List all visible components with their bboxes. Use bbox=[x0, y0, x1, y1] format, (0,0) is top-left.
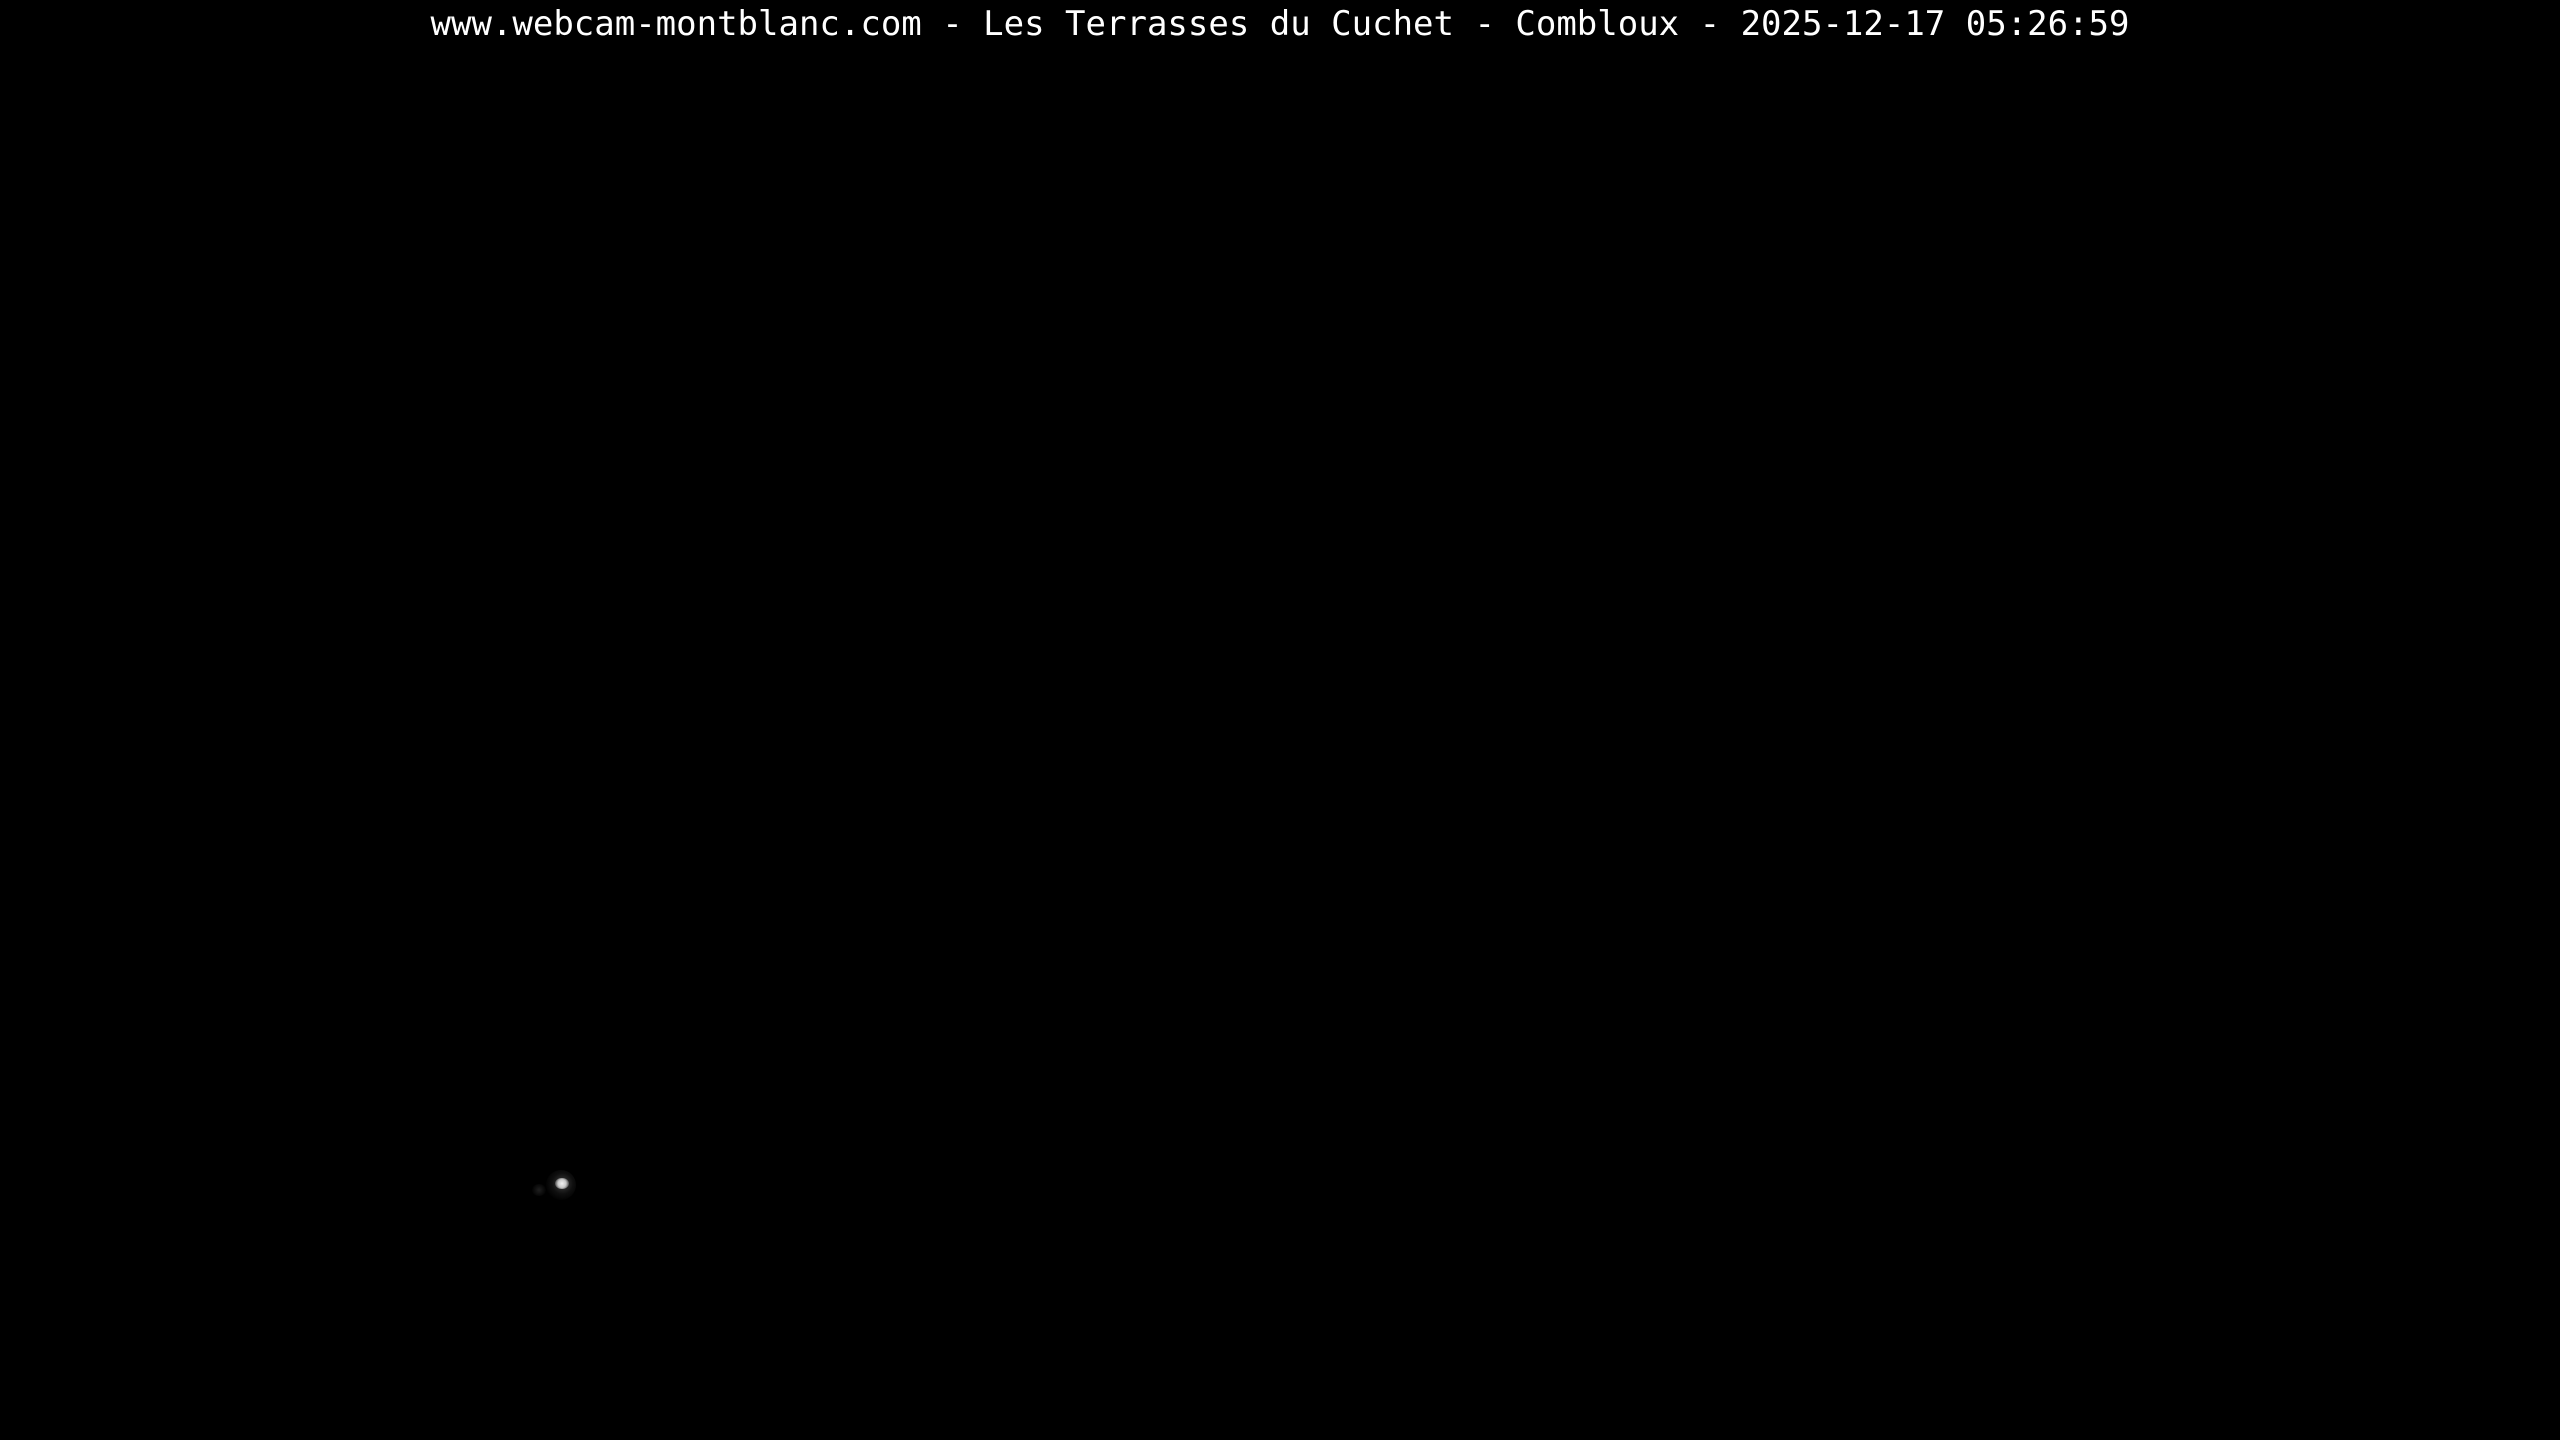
dim-light bbox=[532, 1184, 546, 1196]
light-core bbox=[555, 1178, 569, 1189]
webcam-caption: www.webcam-montblanc.com - Les Terrasses… bbox=[430, 4, 2130, 44]
distant-light bbox=[532, 1170, 576, 1200]
webcam-frame: www.webcam-montblanc.com - Les Terrasses… bbox=[0, 0, 2560, 1440]
